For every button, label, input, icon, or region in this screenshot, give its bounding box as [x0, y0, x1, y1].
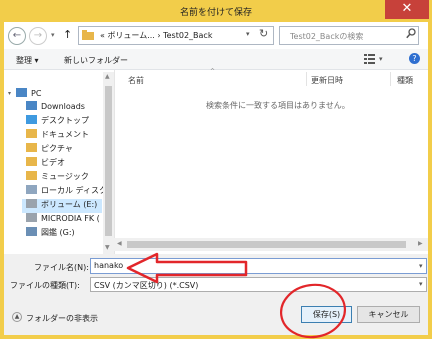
annotation-circle — [280, 283, 346, 339]
annotation-overlay — [126, 252, 346, 339]
annotation-arrow — [126, 252, 248, 284]
